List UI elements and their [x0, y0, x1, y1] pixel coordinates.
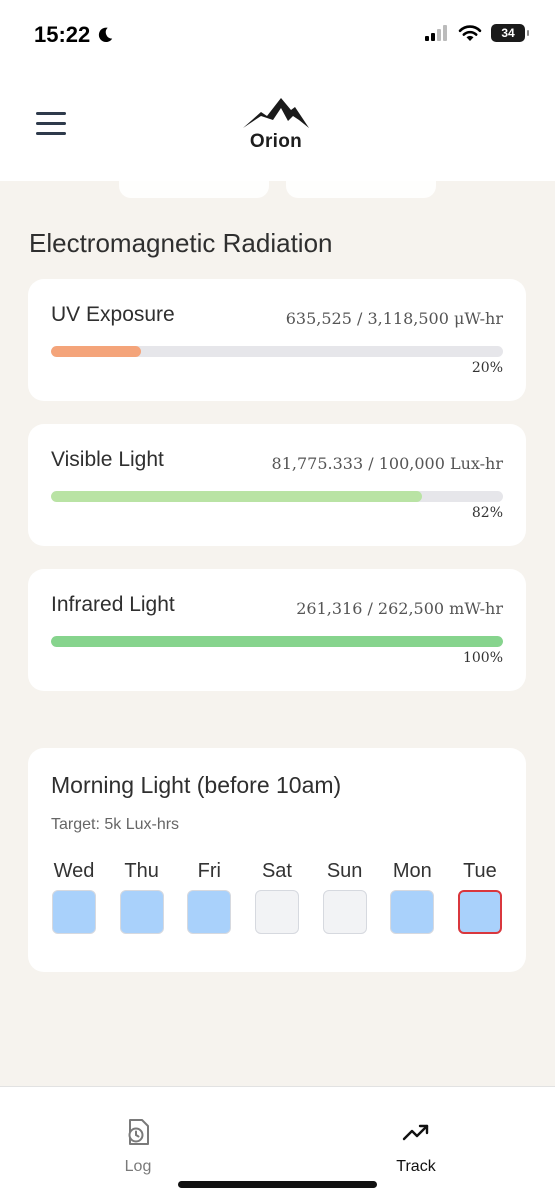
orion-logo: Orion: [240, 94, 312, 153]
metric-value: 635,525 / 3,118,500 μW-hr: [285, 309, 503, 328]
tab-log[interactable]: Log: [98, 1117, 178, 1176]
mountain-logo: [243, 98, 309, 128]
day-status-box: [52, 890, 96, 934]
morning-light-target: Target: 5k Lux-hrs: [51, 816, 180, 833]
morning-light-card[interactable]: Morning Light (before 10am) Target: 5k L…: [28, 748, 526, 972]
home-indicator[interactable]: [178, 1181, 377, 1188]
status-time-group: 15:22: [34, 22, 114, 48]
progress-track: [51, 346, 503, 357]
menu-button[interactable]: [36, 112, 66, 136]
infrared-light-card[interactable]: Infrared Light 261,316 / 262,500 mW-hr 1…: [28, 569, 526, 691]
day-sat[interactable]: Sat: [254, 860, 300, 934]
day-status-box: [457, 890, 502, 934]
metric-value: 81,775.333 / 100,000 Lux-hr: [271, 454, 503, 473]
moon-icon: [99, 27, 113, 43]
day-tracker: Wed Thu Fri Sat Sun Mon Tue: [51, 860, 503, 934]
day-sun[interactable]: Sun: [322, 860, 368, 934]
tab-track[interactable]: Track: [376, 1117, 456, 1176]
morning-light-title: Morning Light (before 10am): [51, 772, 342, 798]
metric-label: Visible Light: [51, 448, 164, 471]
metric-percent: 20%: [471, 360, 503, 376]
scrolled-card-left: [119, 181, 269, 198]
day-label: Thu: [124, 860, 159, 882]
wifi-icon: [458, 24, 482, 41]
status-time: 15:22: [34, 22, 91, 47]
day-tue[interactable]: Tue: [457, 860, 503, 934]
day-label: Mon: [392, 860, 432, 882]
scrolled-card-right: [286, 181, 436, 198]
battery-icon: 34: [491, 24, 529, 42]
signal-icon: [425, 25, 447, 41]
metric-label: UV Exposure: [51, 303, 175, 326]
day-label: Sun: [326, 860, 363, 882]
day-status-box: [254, 890, 299, 934]
day-label: Tue: [463, 860, 497, 882]
progress-fill: [51, 636, 503, 647]
log-clock-icon: [128, 1119, 149, 1145]
progress-track: [51, 491, 503, 502]
metric-label: Infrared Light: [51, 593, 175, 616]
status-indicators: 34: [425, 24, 529, 42]
tab-label: Log: [124, 1158, 152, 1175]
menu-icon-line: [36, 122, 66, 125]
progress-fill: [51, 491, 422, 502]
day-thu[interactable]: Thu: [119, 860, 165, 934]
trend-up-icon: [402, 1124, 429, 1141]
day-label: Fri: [197, 860, 221, 882]
day-mon[interactable]: Mon: [389, 860, 435, 934]
progress-track: [51, 636, 503, 647]
day-label: Wed: [53, 860, 95, 882]
menu-icon-line: [36, 132, 66, 135]
status-bar: 15:22 34: [0, 0, 555, 70]
day-status-box: [390, 890, 435, 934]
day-fri[interactable]: Fri: [186, 860, 232, 934]
section-title: Electromagnetic Radiation: [29, 228, 333, 258]
metric-percent: 82%: [471, 505, 503, 521]
day-status-box: [322, 890, 367, 934]
uv-exposure-card[interactable]: UV Exposure 635,525 / 3,118,500 μW-hr 20…: [28, 279, 526, 401]
visible-light-card[interactable]: Visible Light 81,775.333 / 100,000 Lux-h…: [28, 424, 526, 546]
progress-fill: [51, 346, 142, 357]
menu-icon-line: [36, 112, 66, 115]
logo-text: Orion: [249, 131, 303, 152]
battery-level: 34: [501, 26, 515, 40]
day-wed[interactable]: Wed: [51, 860, 97, 934]
app-header: Orion: [0, 70, 555, 181]
day-status-box: [119, 890, 164, 934]
metric-value: 261,316 / 262,500 mW-hr: [296, 599, 503, 618]
tab-label: Track: [396, 1158, 436, 1175]
day-label: Sat: [261, 860, 292, 882]
metric-percent: 100%: [462, 650, 503, 666]
day-status-box: [187, 890, 232, 934]
